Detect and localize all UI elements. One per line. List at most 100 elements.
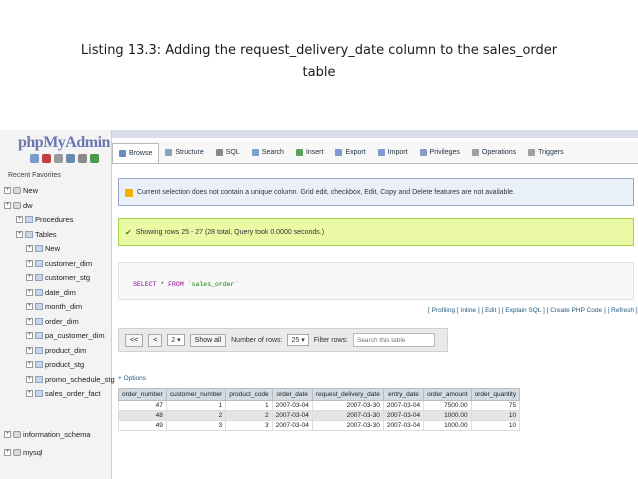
expand-toggle-icon[interactable]: + xyxy=(26,317,33,325)
tree-item[interactable]: + customer_dim xyxy=(26,259,92,268)
table-icon xyxy=(35,332,43,339)
filter-rows-input[interactable] xyxy=(352,333,435,347)
expand-toggle-icon[interactable]: + xyxy=(26,361,33,368)
slide-title-line2: table xyxy=(302,65,336,80)
table-cell: 2007-03-30 xyxy=(311,400,384,411)
tree-item[interactable]: + information_schema xyxy=(4,430,91,439)
column-header[interactable]: request_delivery_date xyxy=(311,388,384,401)
column-header[interactable]: entry_date xyxy=(382,388,425,401)
page-select[interactable]: 2 ▾ xyxy=(167,334,185,346)
sql-action-links[interactable]: [ Profiling [ Inline ] [ Edit ] [ Explai… xyxy=(428,307,638,314)
tree-item[interactable]: + date_dim xyxy=(26,288,76,297)
first-page-button[interactable]: << xyxy=(125,333,144,347)
tree-item-label: New xyxy=(45,244,61,253)
tree-item-label: order_dim xyxy=(45,316,79,326)
tab-label: SQL xyxy=(225,149,240,156)
rows-select[interactable]: 25 ▾ xyxy=(287,334,309,346)
column-header[interactable]: order_number xyxy=(118,388,167,401)
table-icon xyxy=(35,390,43,397)
notice-message: Current selection does not contain a uni… xyxy=(118,178,634,206)
table-cell: 75 xyxy=(470,400,521,411)
table-icon xyxy=(35,317,43,325)
table-cell: 2007-03-30 xyxy=(311,410,384,421)
column-header[interactable]: order_amount xyxy=(423,388,472,401)
tab-label: Export xyxy=(345,149,366,156)
tab-label: Privileges xyxy=(429,149,460,156)
tree-item[interactable]: + dw xyxy=(4,201,33,210)
tab-privileges[interactable]: Privileges xyxy=(414,143,466,163)
tree-item[interactable]: + product_stg xyxy=(26,360,84,369)
tree-item[interactable]: + New xyxy=(4,186,38,195)
expand-toggle-icon[interactable]: + xyxy=(26,375,33,383)
expand-toggle-icon[interactable]: + xyxy=(26,288,33,296)
expand-toggle-icon[interactable]: + xyxy=(4,187,11,194)
expand-toggle-icon[interactable]: + xyxy=(16,230,23,238)
expand-toggle-icon[interactable]: + xyxy=(26,303,33,310)
tab-triggers[interactable]: Triggers xyxy=(522,143,569,163)
check-icon: ✔ xyxy=(125,228,132,237)
column-header[interactable]: order_quantity xyxy=(470,388,521,401)
tab-operations[interactable]: Operations xyxy=(466,143,522,163)
tree-item[interactable]: + sales_order_fact xyxy=(26,389,100,398)
table-icon xyxy=(25,216,33,223)
tree-item[interactable]: + pa_customer_dim xyxy=(26,331,105,340)
tab-import[interactable]: Import xyxy=(372,143,414,163)
table-icon xyxy=(35,245,43,252)
success-message: ✔ Showing rows 25 - 27 (28 total, Query … xyxy=(118,218,634,246)
tree-item[interactable]: + Procedures xyxy=(16,215,73,224)
logout-icon[interactable] xyxy=(42,154,51,163)
tree-item[interactable]: + mysql xyxy=(4,448,43,457)
table-cell: 2007-03-04 xyxy=(271,410,313,421)
options-toggle[interactable]: + Options xyxy=(118,375,146,382)
expand-toggle-icon[interactable]: + xyxy=(26,346,33,354)
tree-item-label: product_stg xyxy=(45,360,85,369)
table-cell: 2 xyxy=(165,410,227,421)
expand-toggle-icon[interactable]: + xyxy=(4,201,11,209)
show-all-button[interactable]: Show all xyxy=(189,333,227,347)
expand-toggle-icon[interactable]: + xyxy=(26,274,33,281)
tree-item[interactable]: + Tables xyxy=(16,230,57,239)
home-icon[interactable] xyxy=(30,154,39,163)
sql-query-box: SELECT * FROM `sales_order` xyxy=(118,262,634,300)
tab-browse[interactable]: Browse xyxy=(112,142,160,163)
tab-export[interactable]: Export xyxy=(329,143,371,163)
prev-page-button[interactable]: < xyxy=(148,333,163,347)
table-cell: 1 xyxy=(225,400,273,411)
phpmyadmin-logo: phpMyAdmin xyxy=(18,134,110,151)
tree-item[interactable]: + month_dim xyxy=(26,302,82,311)
privileges-icon xyxy=(419,149,427,156)
tree-item[interactable]: + promo_schedule_stg xyxy=(26,375,115,384)
query-icon[interactable] xyxy=(54,154,63,163)
settings-icon[interactable] xyxy=(78,154,87,163)
table-cell: 1000.00 xyxy=(423,410,472,421)
docs-icon[interactable] xyxy=(66,154,75,163)
reload-icon[interactable] xyxy=(90,154,99,163)
tree-item-label: Tables xyxy=(35,229,57,239)
table-icon xyxy=(35,288,43,296)
expand-toggle-icon[interactable]: + xyxy=(26,245,33,252)
tree-item-label: mysql xyxy=(23,448,43,457)
tab-search[interactable]: Search xyxy=(246,143,290,163)
recent-link[interactable]: Recent xyxy=(8,172,30,179)
export-icon xyxy=(335,149,343,156)
tree-item[interactable]: + New xyxy=(26,244,60,253)
tab-insert[interactable]: Insert xyxy=(290,143,330,163)
expand-toggle-icon[interactable]: + xyxy=(26,332,33,339)
tab-sql[interactable]: SQL xyxy=(210,143,246,163)
tree-item[interactable]: + product_dim xyxy=(26,346,86,355)
database-icon xyxy=(13,187,21,194)
expand-toggle-icon[interactable]: + xyxy=(26,390,33,397)
expand-toggle-icon[interactable]: + xyxy=(16,216,23,223)
column-header[interactable]: product_code xyxy=(225,388,273,401)
column-header[interactable]: customer_number xyxy=(165,388,227,401)
tree-item[interactable]: + order_dim xyxy=(26,317,79,326)
favorites-link[interactable]: Favorites xyxy=(32,172,61,179)
import-icon xyxy=(377,149,385,156)
column-header[interactable]: order_date xyxy=(271,388,313,401)
expand-toggle-icon[interactable]: + xyxy=(26,259,33,267)
expand-toggle-icon[interactable]: + xyxy=(4,431,11,438)
table-cell: 2 xyxy=(225,410,273,421)
tree-item[interactable]: + customer_stg xyxy=(26,273,90,282)
expand-toggle-icon[interactable]: + xyxy=(4,449,11,456)
tab-structure[interactable]: Structure xyxy=(159,143,209,163)
